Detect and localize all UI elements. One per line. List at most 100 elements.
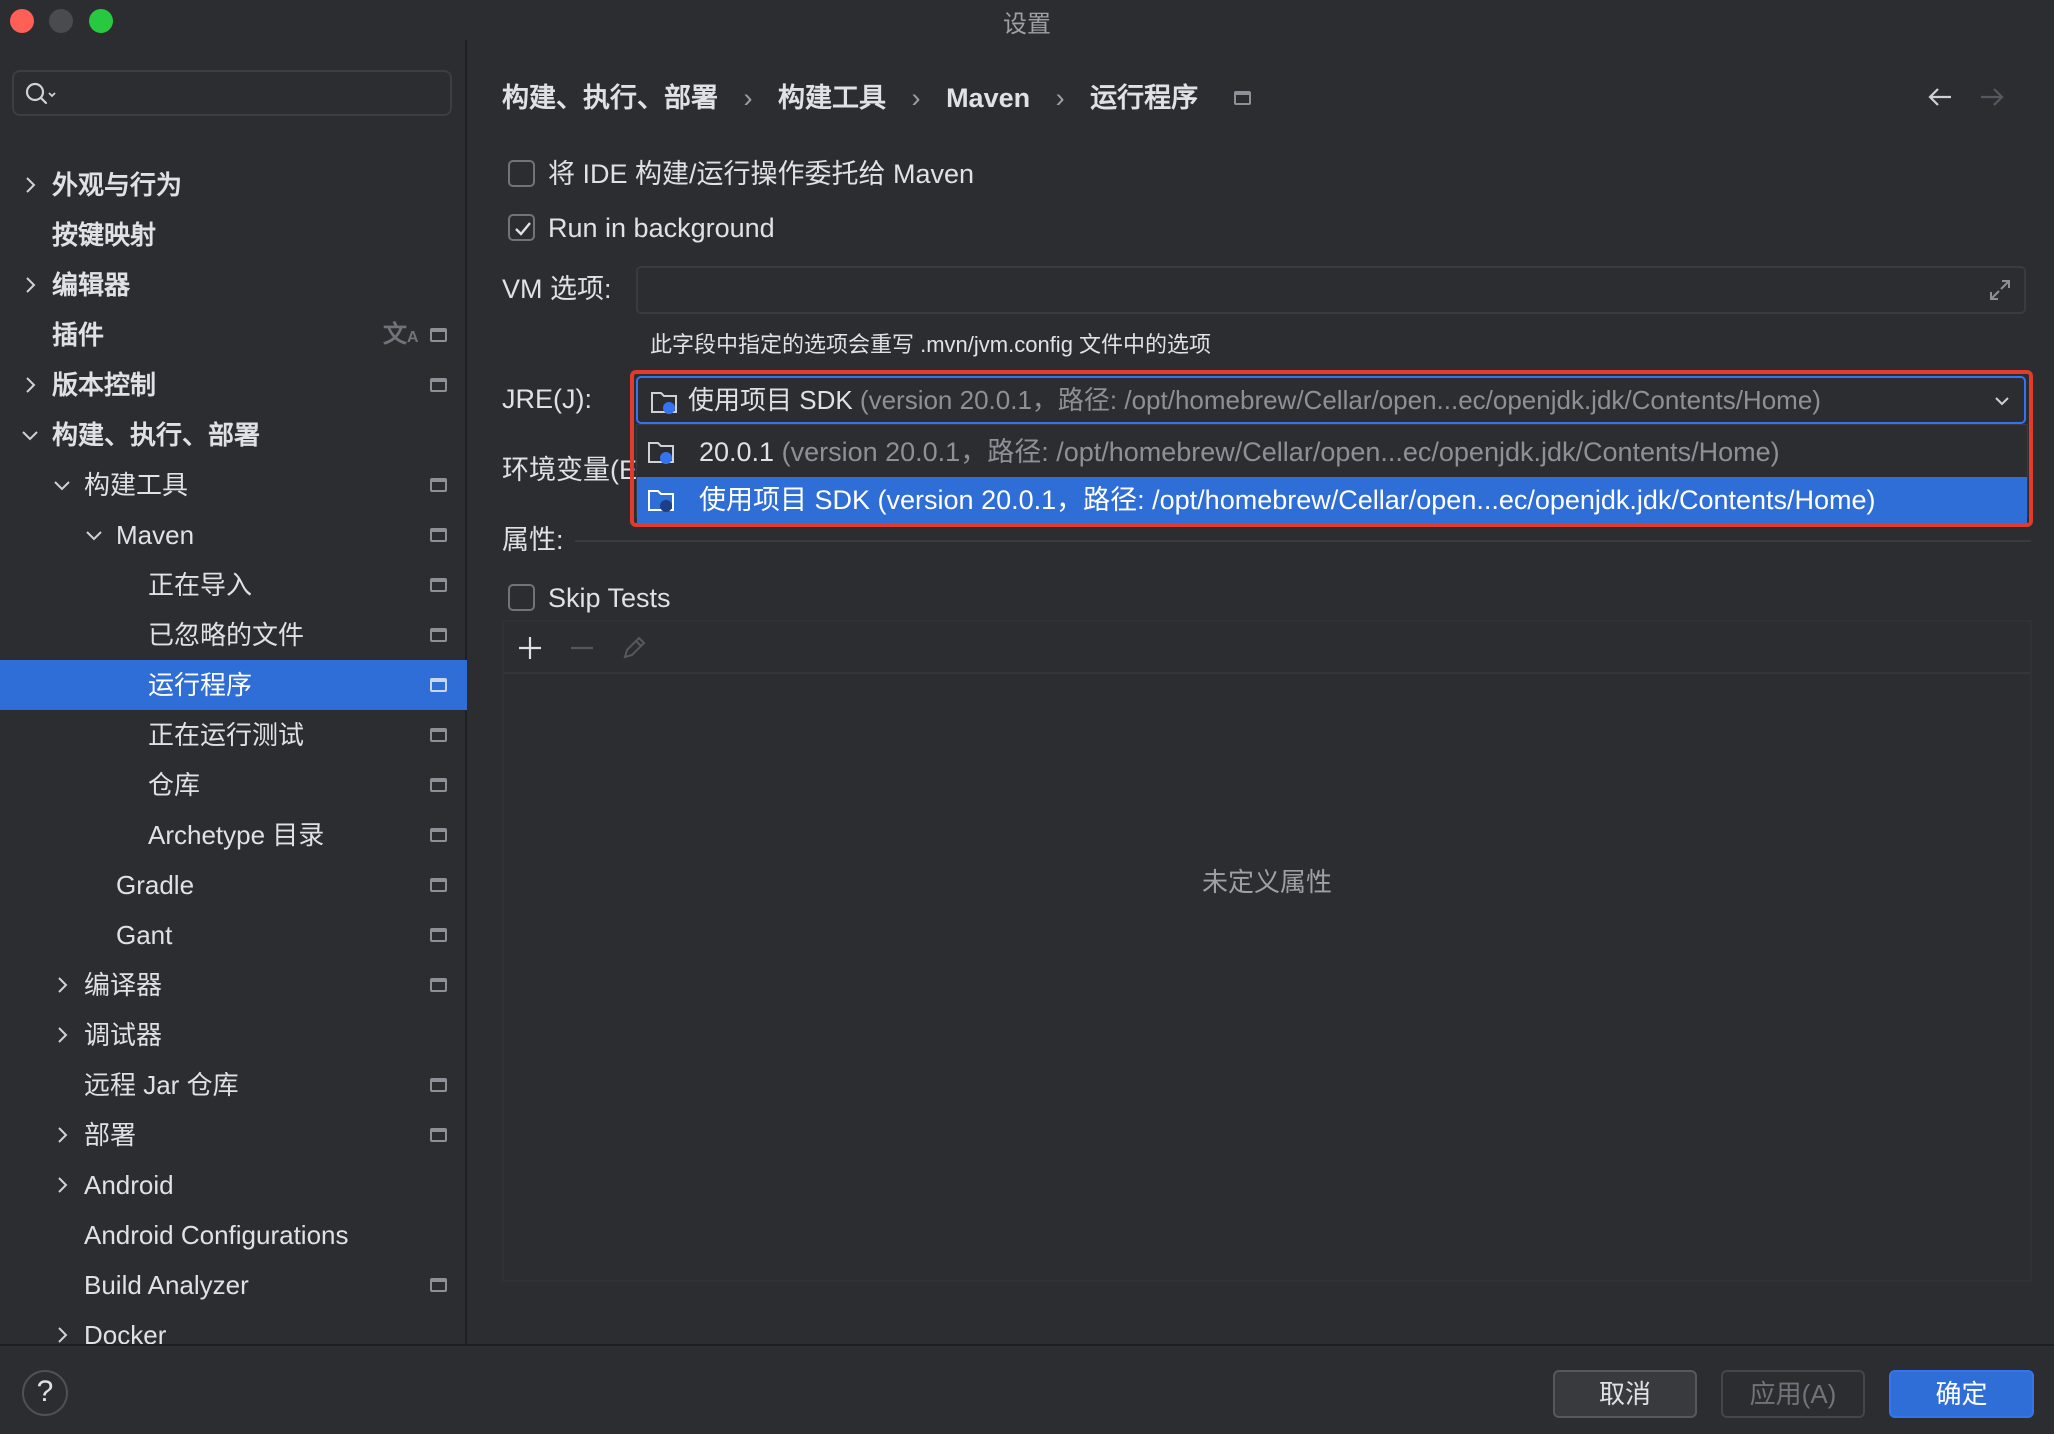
jre-option-main: 使用项目 SDK bbox=[699, 485, 871, 515]
jre-selected-value: 使用项目 SDK (version 20.0.1，路径: /opt/homebr… bbox=[688, 378, 1821, 422]
sidebar-item-running-tests[interactable]: 正在运行测试 bbox=[0, 710, 467, 760]
properties-empty-text: 未定义属性 bbox=[1201, 867, 1332, 897]
breadcrumb: 构建、执行、部署 › 构建工具 › Maven › 运行程序 bbox=[502, 76, 1251, 116]
vm-options-input[interactable] bbox=[636, 266, 2026, 314]
chevron-right-icon[interactable] bbox=[20, 175, 40, 195]
run-in-background-label: Run in background bbox=[548, 213, 775, 243]
project-level-icon bbox=[430, 978, 447, 992]
project-level-icon bbox=[430, 778, 447, 792]
window-title: 设置 bbox=[1003, 11, 1051, 38]
sidebar-item-plugins[interactable]: 插件 文A bbox=[0, 310, 467, 360]
vm-options-label: VM 选项: bbox=[502, 274, 612, 304]
chevron-down-icon[interactable] bbox=[1992, 391, 2012, 411]
skip-tests-label: Skip Tests bbox=[548, 583, 671, 613]
sidebar-item-label: 按键映射 bbox=[52, 220, 157, 250]
project-level-icon bbox=[430, 528, 447, 542]
chevron-down-icon[interactable] bbox=[84, 525, 104, 545]
breadcrumb-item[interactable]: Maven bbox=[946, 78, 1030, 118]
chevron-right-icon[interactable] bbox=[52, 1175, 72, 1195]
sidebar-item-label: 编译器 bbox=[84, 970, 163, 1000]
chevron-down-icon[interactable] bbox=[52, 475, 72, 495]
cancel-button[interactable]: 取消 bbox=[1553, 1370, 1697, 1418]
sidebar-item-label: Archetype 目录 bbox=[148, 820, 325, 850]
sidebar-item-label: Build Analyzer bbox=[84, 1270, 249, 1300]
properties-divider bbox=[575, 540, 2031, 542]
jre-select[interactable]: 使用项目 SDK (version 20.0.1，路径: /opt/homebr… bbox=[636, 376, 2026, 424]
run-in-background-checkbox[interactable] bbox=[508, 214, 535, 241]
sidebar-item-importing[interactable]: 正在导入 bbox=[0, 560, 467, 610]
sidebar-item-repositories[interactable]: 仓库 bbox=[0, 760, 467, 810]
delegate-to-maven-checkbox[interactable] bbox=[508, 160, 535, 187]
sidebar-item-runner[interactable]: 运行程序 bbox=[0, 660, 467, 710]
remove-icon[interactable] bbox=[568, 634, 596, 662]
sidebar-item-android[interactable]: Android bbox=[0, 1160, 467, 1210]
jre-option[interactable]: 20.0.1 (version 20.0.1，路径: /opt/homebrew… bbox=[637, 429, 2027, 475]
checkmark-icon bbox=[515, 222, 531, 236]
settings-search-input[interactable] bbox=[12, 70, 452, 116]
sidebar-item-label: Gradle bbox=[116, 870, 195, 900]
jre-selected-detail: (version 20.0.1，路径: /opt/homebrew/Cellar… bbox=[859, 385, 1821, 415]
forward-arrow-icon[interactable] bbox=[1978, 84, 2006, 110]
sidebar-item-label: 仓库 bbox=[148, 770, 201, 800]
project-level-icon bbox=[430, 878, 447, 892]
jre-option-main: 20.0.1 bbox=[699, 437, 775, 467]
add-icon[interactable] bbox=[516, 634, 544, 662]
sidebar-item-gradle[interactable]: Gradle bbox=[0, 860, 467, 910]
properties-table: 未定义属性 bbox=[502, 620, 2032, 1282]
back-arrow-icon[interactable] bbox=[1926, 84, 1954, 110]
sidebar-item-debugger[interactable]: 调试器 bbox=[0, 1010, 467, 1060]
sidebar-item-compiler[interactable]: 编译器 bbox=[0, 960, 467, 1010]
search-icon bbox=[24, 81, 58, 107]
sidebar-item-label: 已忽略的文件 bbox=[148, 620, 305, 650]
chevron-right-icon[interactable] bbox=[20, 375, 40, 395]
title-bar: 设置 bbox=[0, 0, 2054, 40]
sidebar-item-build-analyzer[interactable]: Build Analyzer bbox=[0, 1260, 467, 1310]
project-level-icon bbox=[430, 578, 447, 592]
sidebar-item-label: 编辑器 bbox=[52, 270, 131, 300]
project-level-icon bbox=[430, 828, 447, 842]
properties-toolbar bbox=[504, 622, 2030, 674]
sidebar-item-gant[interactable]: Gant bbox=[0, 910, 467, 960]
project-level-icon bbox=[430, 728, 447, 742]
ok-button[interactable]: 确定 bbox=[1889, 1370, 2034, 1418]
sidebar-item-label: Android bbox=[84, 1170, 174, 1200]
sidebar-item-label: 插件 bbox=[52, 320, 105, 350]
chevron-right-icon[interactable] bbox=[52, 1325, 72, 1345]
breadcrumb-separator: › bbox=[911, 82, 921, 113]
apply-button[interactable]: 应用(A) bbox=[1721, 1370, 1865, 1418]
sidebar-item-remote-jar-repositories[interactable]: 远程 Jar 仓库 bbox=[0, 1060, 467, 1110]
jre-dropdown-list: 20.0.1 (version 20.0.1，路径: /opt/homebrew… bbox=[636, 424, 2028, 523]
chevron-right-icon[interactable] bbox=[20, 275, 40, 295]
sidebar-item-appearance[interactable]: 外观与行为 bbox=[0, 160, 467, 210]
sidebar-item-deployment[interactable]: 部署 bbox=[0, 1110, 467, 1160]
chevron-right-icon[interactable] bbox=[52, 1025, 72, 1045]
sidebar-item-android-configurations[interactable]: Android Configurations bbox=[0, 1210, 467, 1260]
breadcrumb-item[interactable]: 构建工具 bbox=[778, 78, 886, 118]
dialog-footer: ? 取消 应用(A) 确定 bbox=[0, 1344, 2054, 1434]
sidebar-item-build-execution-deployment[interactable]: 构建、执行、部署 bbox=[0, 410, 467, 460]
sidebar-item-maven[interactable]: Maven bbox=[0, 510, 467, 560]
delegate-to-maven-label: 将 IDE 构建/运行操作委托给 Maven bbox=[548, 159, 975, 189]
translate-icon: 文A bbox=[383, 321, 419, 348]
chevron-right-icon[interactable] bbox=[52, 1125, 72, 1145]
jre-option-selected[interactable]: 使用项目 SDK (version 20.0.1，路径: /opt/homebr… bbox=[637, 477, 2027, 523]
sidebar-item-ignored-files[interactable]: 已忽略的文件 bbox=[0, 610, 467, 660]
sidebar-item-label: 远程 Jar 仓库 bbox=[84, 1070, 239, 1100]
project-level-icon bbox=[430, 478, 447, 492]
expand-icon[interactable] bbox=[1988, 278, 2012, 302]
sidebar-item-archetype-catalogs[interactable]: Archetype 目录 bbox=[0, 810, 467, 860]
skip-tests-checkbox[interactable] bbox=[508, 584, 535, 611]
breadcrumb-item[interactable]: 构建、执行、部署 bbox=[502, 78, 718, 118]
breadcrumb-separator: › bbox=[1055, 82, 1065, 113]
sidebar-item-build-tools[interactable]: 构建工具 bbox=[0, 460, 467, 510]
help-button[interactable]: ? bbox=[22, 1370, 68, 1416]
sidebar-item-version-control[interactable]: 版本控制 bbox=[0, 360, 467, 410]
chevron-right-icon[interactable] bbox=[52, 975, 72, 995]
vm-options-hint: 此字段中指定的选项会重写 .mvn/jvm.config 文件中的选项 bbox=[650, 332, 1212, 357]
sidebar-item-keymap[interactable]: 按键映射 bbox=[0, 210, 467, 260]
project-level-icon bbox=[430, 928, 447, 942]
sidebar-item-label: 调试器 bbox=[84, 1020, 163, 1050]
edit-icon[interactable] bbox=[620, 634, 648, 662]
chevron-down-icon[interactable] bbox=[20, 425, 40, 445]
sidebar-item-editor[interactable]: 编辑器 bbox=[0, 260, 467, 310]
